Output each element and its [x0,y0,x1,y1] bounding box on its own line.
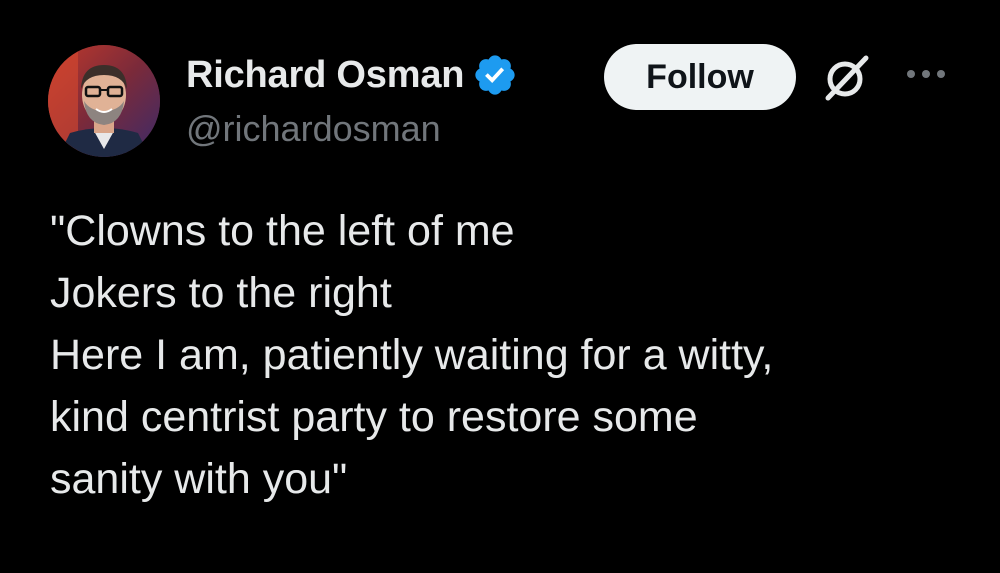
grok-icon[interactable] [818,50,874,106]
author-display-name[interactable]: Richard Osman [186,54,464,97]
tweet-line: Jokers to the right [50,269,392,317]
author-name-row: Richard Osman [186,52,518,98]
avatar[interactable] [48,45,160,157]
tweet-line: "Clowns to the left of me [50,207,515,255]
verified-badge-icon[interactable] [472,52,518,98]
profile-photo-icon [48,45,160,157]
tweet-text: "Clowns to the left of me Jokers to the … [50,200,950,510]
more-horizontal-icon[interactable] [904,64,948,84]
tweet-card: Richard Osman @richardosman Follow "Clow… [0,0,1000,573]
follow-button[interactable]: Follow [604,44,796,110]
author-handle[interactable]: @richardosman [186,108,441,150]
tweet-line: sanity with you" [50,455,348,503]
tweet-line: kind centrist party to restore some [50,393,698,441]
tweet-line: Here I am, patiently waiting for a witty… [50,331,774,379]
